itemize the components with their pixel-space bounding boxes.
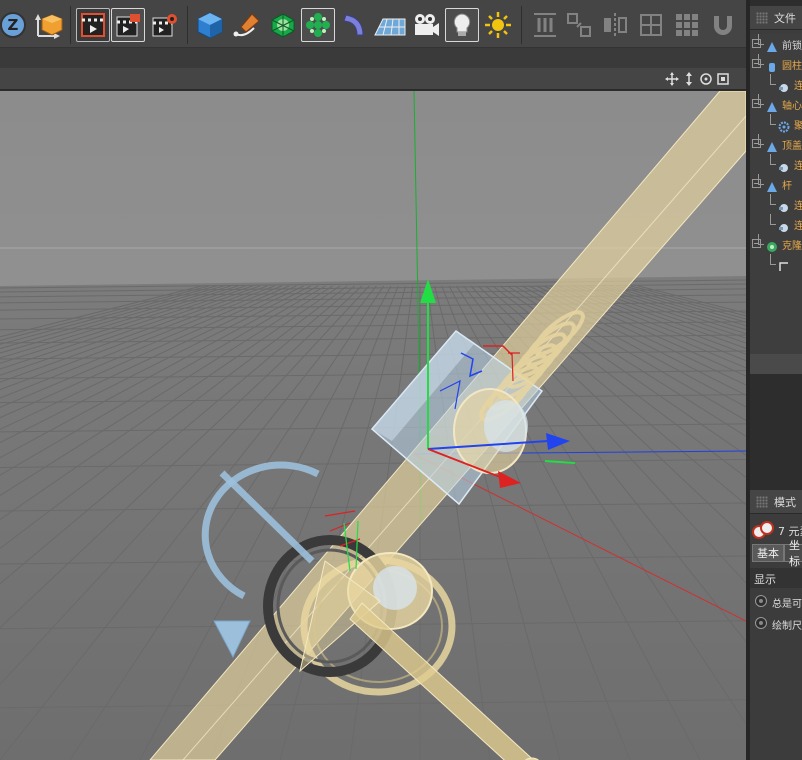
connector-icon — [778, 198, 790, 212]
connector-icon — [778, 218, 790, 232]
connector-icon — [778, 158, 790, 172]
magnet-tool-icon[interactable] — [706, 8, 740, 42]
viewport-menubar — [0, 68, 746, 90]
object-tree-item[interactable]: 连 — [750, 74, 802, 94]
object-tree-item[interactable]: − 克隆 — [750, 234, 802, 254]
attr-row-draw-size: 绘制尺 — [750, 614, 802, 634]
object-tree-item-label: 克隆 — [782, 241, 802, 252]
pen-spline-icon[interactable] — [230, 8, 264, 42]
cube-primitive-icon[interactable] — [193, 8, 227, 42]
object-tree-item[interactable]: 连 — [750, 214, 802, 234]
object-mode-icon[interactable] — [34, 8, 68, 42]
null-icon — [766, 38, 778, 52]
object-tree-item-label: 轴心 — [782, 101, 802, 112]
light-bulb-icon[interactable] — [445, 8, 479, 42]
attribute-manager: 7 元素 基本 坐标 显示 总是可 绘制尺 — [750, 516, 802, 760]
viewport-header — [0, 48, 746, 68]
object-tree-item-label: 连 — [794, 201, 802, 212]
object-tree-item[interactable]: 聚 — [750, 114, 802, 134]
attribute-tabs: 基本 坐标 — [750, 539, 802, 568]
zoom-view-icon[interactable] — [682, 71, 696, 86]
object-tree-item[interactable]: 连 — [750, 154, 802, 174]
object-tree-item[interactable]: − 顶盖 — [750, 134, 802, 154]
gear-icon — [778, 118, 790, 133]
object-tree-item-label: 连 — [794, 161, 802, 172]
align-tool-icon[interactable] — [528, 8, 562, 42]
always-visible-radio[interactable] — [755, 595, 767, 607]
rotate-view-icon[interactable] — [699, 71, 713, 85]
object-manager-tab[interactable]: 文件 — [750, 6, 802, 30]
object-tree-item-label: 连 — [794, 221, 802, 232]
cylinder-icon — [766, 58, 778, 72]
object-tree-item[interactable]: − 前锁 — [750, 34, 802, 54]
render-picture-queue-icon[interactable] — [111, 8, 145, 42]
object-tree-item-label: 聚 — [794, 121, 802, 132]
maximize-view-icon[interactable] — [716, 71, 730, 85]
subdivision-surface-icon[interactable] — [266, 8, 300, 42]
tab-basic[interactable]: 基本 — [752, 544, 784, 562]
attr-row-always-visible: 总是可 — [750, 592, 802, 612]
camera-icon[interactable] — [409, 8, 443, 42]
object-tree-item[interactable]: − 圆柱 — [750, 54, 802, 74]
multi-object-icon — [752, 521, 774, 539]
object-tree-item-label: 连 — [794, 81, 802, 92]
grid-tool-icon[interactable] — [670, 8, 704, 42]
deformer-bend-icon[interactable] — [337, 8, 371, 42]
render-view-icon[interactable] — [76, 8, 110, 42]
svg-text:Z: Z — [8, 16, 19, 34]
cloner-icon — [766, 238, 778, 252]
null-icon — [766, 138, 778, 152]
sun-light-icon[interactable] — [481, 8, 515, 42]
snap-tool-icon[interactable] — [562, 8, 596, 42]
object-tree-item[interactable]: − 杆 — [750, 174, 802, 194]
3d-viewport[interactable] — [0, 91, 746, 760]
z-axis-icon[interactable]: Z — [0, 8, 30, 42]
object-tree-item[interactable]: − 轴心 — [750, 94, 802, 114]
floor-plane-icon[interactable] — [373, 8, 407, 42]
object-tree-selected-row[interactable] — [750, 354, 802, 374]
render-settings-icon[interactable] — [147, 8, 181, 42]
spline-icon — [778, 258, 790, 271]
attribute-manager-tabbar: 模式 — [750, 490, 802, 516]
cloner-icon[interactable] — [301, 8, 335, 42]
scene-canvas[interactable] — [0, 91, 746, 760]
object-tree-item-label: 前锁 — [782, 41, 802, 52]
move-view-icon[interactable] — [665, 71, 679, 86]
section-display[interactable]: 显示 — [750, 568, 802, 588]
object-tree-item[interactable] — [750, 254, 802, 274]
object-tree-item[interactable]: 连 — [750, 194, 802, 214]
attribute-manager-tab[interactable]: 模式 — [750, 490, 802, 514]
tab-coordinates[interactable]: 坐标 — [784, 539, 802, 568]
panel-grip-icon[interactable] — [756, 11, 768, 24]
draw-size-radio[interactable] — [755, 617, 767, 629]
object-tree: − 前锁 − 圆柱连 − 轴心聚 − 顶盖连 − 杆连连 − 克隆 — [750, 34, 802, 374]
mirror-tool-icon[interactable] — [598, 8, 632, 42]
cinema4d-window: Z 文件 − 前锁 − 圆柱 连 − 轴心 聚 − 顶盖 连 − 杆 连 连 −… — [0, 0, 802, 760]
object-tree-item-label: 顶盖 — [782, 141, 802, 152]
object-tree-item-label: 圆柱 — [782, 61, 802, 72]
object-manager-tabbar: 文件 — [750, 6, 802, 34]
connector-icon — [778, 78, 790, 92]
null-icon — [766, 178, 778, 192]
object-tree-item-label: 杆 — [782, 181, 792, 192]
main-toolbar: Z — [0, 0, 746, 48]
symmetry-tool-icon[interactable] — [634, 8, 668, 42]
null-icon — [766, 98, 778, 112]
viewport-navigation — [665, 71, 730, 86]
panel-grip-icon[interactable] — [756, 495, 768, 508]
